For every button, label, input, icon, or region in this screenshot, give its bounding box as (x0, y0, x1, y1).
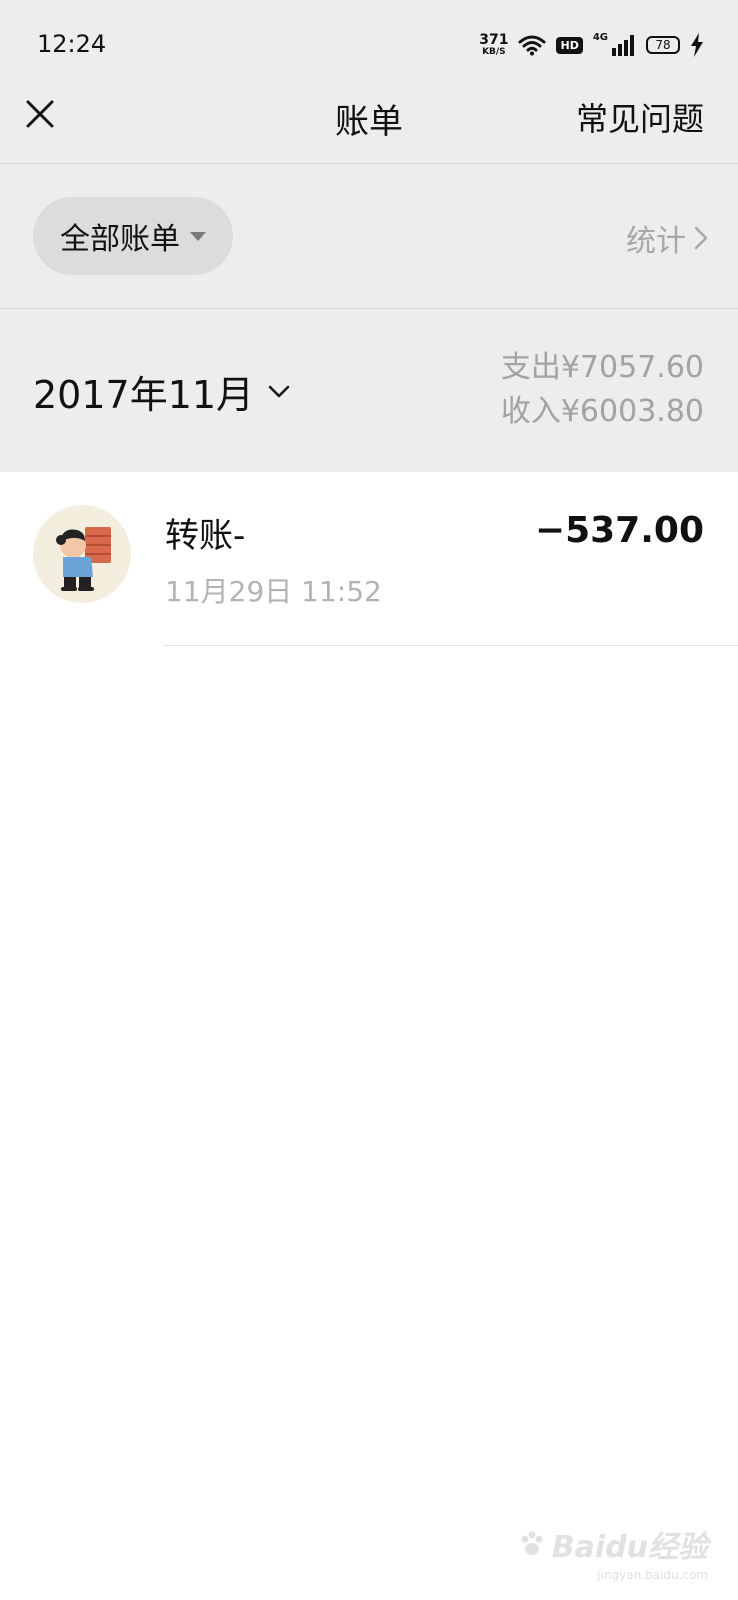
bill-filter-dropdown[interactable]: 全部账单 (33, 197, 233, 275)
status-icons: 371 KB/S HD 4G 78 (479, 30, 704, 60)
month-summary: 支出¥7057.60 收入¥6003.80 (501, 346, 704, 434)
chevron-right-icon (694, 226, 708, 250)
network-speed-unit: KB/S (482, 47, 506, 57)
paw-icon (521, 1531, 543, 1555)
signal-icon (612, 35, 634, 56)
hd-badge: HD (556, 36, 583, 54)
network-speed-value: 371 (479, 32, 509, 48)
nav-divider (0, 163, 738, 164)
charging-icon (691, 33, 703, 57)
watermark-brand-text: Baidu经验 (551, 1530, 708, 1565)
avatar-illustration (56, 527, 111, 591)
filter-divider (0, 308, 738, 309)
transaction-time: 11月29日 11:52 (165, 575, 382, 608)
stats-label: 统计 (626, 224, 686, 259)
battery-level: 78 (655, 38, 671, 52)
chevron-down-icon (268, 385, 290, 397)
wifi-icon (518, 35, 546, 56)
faq-link[interactable]: 常见问题 (576, 94, 704, 140)
watermark-url: jingyan.baidu.com (597, 1568, 708, 1582)
transaction-row[interactable]: 转账- 11月29日 11:52 −537.00 (0, 472, 738, 646)
watermark: Baidu经验 jingyan.baidu.com (518, 1522, 708, 1582)
month-label: 2017年11月 (33, 373, 255, 417)
status-bar: 12:24 371 KB/S HD 4G 78 (0, 0, 738, 88)
network-speed: 371 KB/S (479, 33, 508, 57)
row-divider (163, 645, 738, 646)
network-type: 4G (592, 32, 608, 43)
caret-down-icon (190, 231, 206, 241)
watermark-brand: Baidu经验 (518, 1522, 708, 1566)
battery-icon: 78 (646, 36, 680, 54)
bill-filter-label: 全部账单 (60, 222, 180, 257)
stats-link[interactable]: 统计 (626, 216, 708, 260)
avatar (33, 505, 131, 603)
transaction-title: 转账- (165, 516, 246, 556)
nav-bar: 账单 常见问题 (0, 88, 738, 164)
income-total: 收入¥6003.80 (500, 394, 704, 429)
transaction-amount: −537.00 (534, 510, 704, 551)
status-time: 12:24 (37, 30, 107, 58)
month-selector[interactable]: 2017年11月 (33, 364, 290, 419)
expense-total: 支出¥7057.60 (500, 350, 704, 385)
